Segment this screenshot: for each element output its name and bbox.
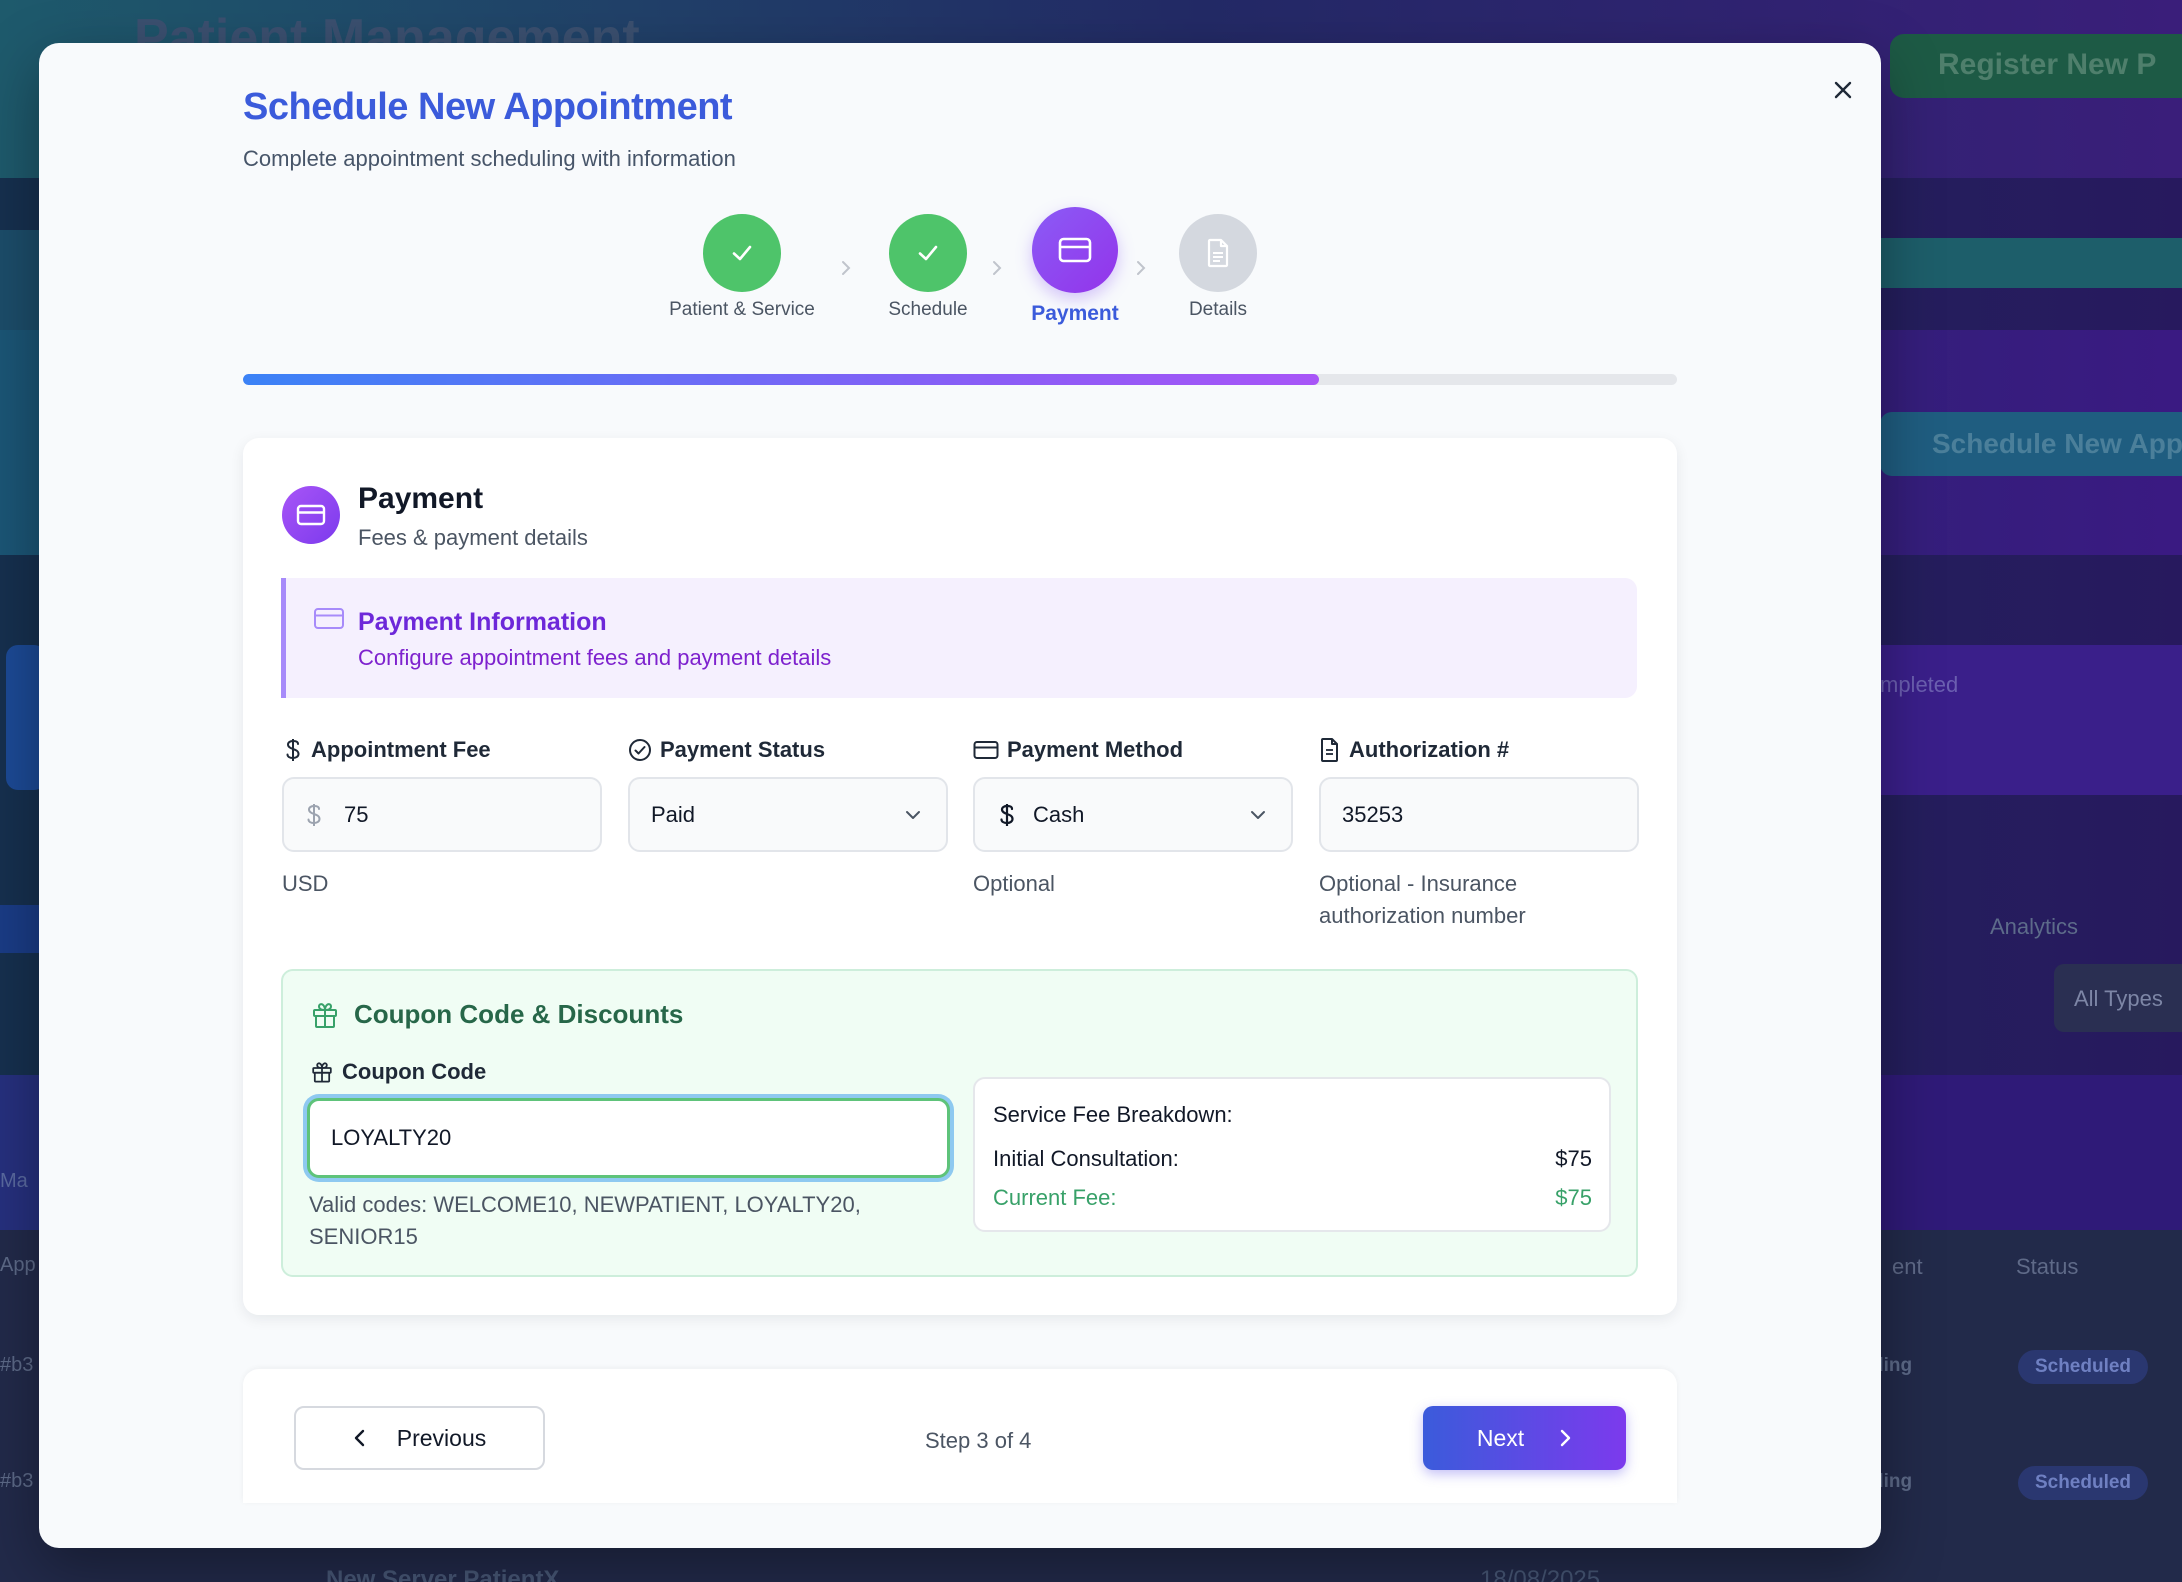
background-patient-name: New Server PatientX	[326, 1566, 560, 1582]
document-icon	[1207, 238, 1229, 268]
authorization-label: Authorization #	[1319, 737, 1509, 763]
close-icon	[1834, 81, 1852, 99]
appointment-fee-help: USD	[282, 871, 329, 896]
chevron-right-icon	[987, 258, 1007, 278]
background-column-status: Status	[2016, 1254, 2079, 1279]
background-row-id: #b3	[0, 1470, 34, 1492]
payment-method-help: Optional	[973, 871, 1055, 896]
step-schedule[interactable]	[889, 214, 967, 292]
previous-button[interactable]: Previous	[294, 1406, 545, 1470]
fee-breakdown-title: Service Fee Breakdown:	[993, 1102, 1233, 1127]
authorization-value: 35253	[1342, 801, 1404, 827]
background-column-header: App	[0, 1254, 36, 1276]
coupon-code-label-text: Coupon Code	[342, 1059, 487, 1084]
fee-breakdown-row-initial: Initial Consultation: $75	[993, 1146, 1592, 1172]
gift-icon	[312, 1062, 332, 1083]
background-date: 18/08/2025	[1480, 1566, 1601, 1582]
credit-card-icon	[1058, 237, 1092, 263]
dollar-icon	[307, 803, 321, 826]
payment-method-select[interactable]: Cash	[973, 777, 1293, 852]
close-modal-button[interactable]	[1821, 68, 1865, 112]
authorization-input[interactable]: 35253	[1319, 777, 1639, 852]
payment-method-label-text: Payment Method	[1007, 737, 1184, 762]
payment-method-label: Payment Method	[973, 737, 1183, 763]
authorization-help: Optional - Insurance authorization numbe…	[1319, 871, 1526, 928]
background-left-row	[0, 230, 40, 340]
all-types-filter[interactable]: All Types	[2054, 964, 2182, 1032]
current-fee-label: Current Fee:	[993, 1185, 1117, 1210]
step-counter: Step 3 of 4	[925, 1428, 1032, 1453]
authorization-label-text: Authorization #	[1349, 737, 1510, 762]
coupon-code-help: Valid codes: WELCOME10, NEWPATIENT, LOYA…	[309, 1192, 861, 1249]
gift-icon	[310, 1000, 340, 1035]
step-label-payment: Payment	[1031, 302, 1119, 325]
chevron-right-icon	[1560, 1429, 1571, 1447]
step-details[interactable]	[1179, 214, 1257, 292]
appointment-fee-label: Appointment Fee	[283, 737, 491, 763]
payment-section-title: Payment	[358, 482, 484, 515]
background-left-band	[0, 905, 40, 953]
background-stat-label: mpleted	[1880, 672, 1959, 697]
credit-card-icon	[313, 606, 345, 637]
progress-bar	[243, 374, 1677, 385]
step-label-details: Details	[1188, 299, 1248, 320]
step-patient-service[interactable]	[703, 214, 781, 292]
document-icon	[1321, 738, 1338, 762]
chevron-left-icon	[354, 1429, 364, 1447]
payment-method-value: Cash	[1033, 801, 1085, 827]
payment-status-select[interactable]: Paid	[628, 777, 948, 852]
register-new-patient-button[interactable]: Register New P	[1890, 34, 2182, 98]
progress-bar-fill	[243, 374, 1319, 385]
step-label-patient-service: Patient & Service	[669, 299, 815, 320]
credit-card-icon	[296, 504, 326, 526]
chevron-right-icon	[1131, 258, 1151, 278]
previous-button-label: Previous	[396, 1424, 487, 1451]
modal-title: Schedule New Appointment	[243, 86, 733, 128]
background-row-id: #b3	[0, 1354, 34, 1376]
step-payment[interactable]	[1032, 207, 1118, 293]
step-label-schedule: Schedule	[888, 299, 968, 320]
schedule-new-appointment-button[interactable]: Schedule New Appoi	[1880, 412, 2182, 476]
appointment-fee-value: 75	[344, 801, 369, 827]
status-badge: Scheduled	[2018, 1466, 2148, 1500]
background-column-payment: ent	[1892, 1254, 1923, 1279]
payment-info-title: Payment Information	[358, 608, 607, 636]
dollar-icon	[1000, 803, 1014, 826]
chevron-down-icon	[906, 810, 920, 819]
chevron-down-icon	[1251, 810, 1265, 819]
dollar-icon	[286, 739, 300, 761]
background-stat-card	[1870, 645, 2182, 795]
analytics-tab[interactable]: Analytics	[1990, 914, 2078, 940]
payment-status-value: Paid	[651, 801, 696, 827]
chevron-right-icon	[836, 258, 856, 278]
coupon-code-input[interactable]	[307, 1098, 950, 1178]
initial-consultation-label: Initial Consultation:	[993, 1146, 1179, 1171]
coupon-section-title: Coupon Code & Discounts	[354, 999, 684, 1029]
current-fee-value: $75	[1555, 1185, 1592, 1210]
appointment-fee-label-text: Appointment Fee	[311, 737, 491, 762]
payment-status-label-text: Payment Status	[660, 737, 826, 762]
check-icon	[918, 245, 938, 261]
appointment-fee-input[interactable]: 75	[282, 777, 602, 852]
next-button[interactable]: Next	[1423, 1406, 1626, 1470]
payment-card-icon	[282, 486, 340, 544]
background-left-text: Ma	[0, 1170, 28, 1192]
payment-info-banner	[281, 578, 1637, 698]
fee-breakdown-row-current: Current Fee: $75	[993, 1185, 1592, 1211]
check-icon	[732, 245, 752, 261]
initial-consultation-value: $75	[1555, 1146, 1592, 1171]
payment-section-subtitle: Fees & payment details	[358, 525, 588, 550]
status-badge: Scheduled	[2018, 1350, 2148, 1384]
coupon-code-label: Coupon Code	[310, 1059, 486, 1085]
background-band	[1870, 238, 2182, 288]
payment-status-label: Payment Status	[628, 737, 825, 763]
modal-subtitle: Complete appointment scheduling with inf…	[243, 146, 736, 171]
check-circle-icon	[629, 739, 651, 761]
credit-card-icon	[973, 741, 999, 759]
payment-info-text: Configure appointment fees and payment d…	[358, 645, 832, 670]
next-button-label: Next	[1476, 1424, 1525, 1451]
payment-method-selected: Cash	[997, 802, 1084, 828]
background-left-box	[0, 1075, 40, 1230]
